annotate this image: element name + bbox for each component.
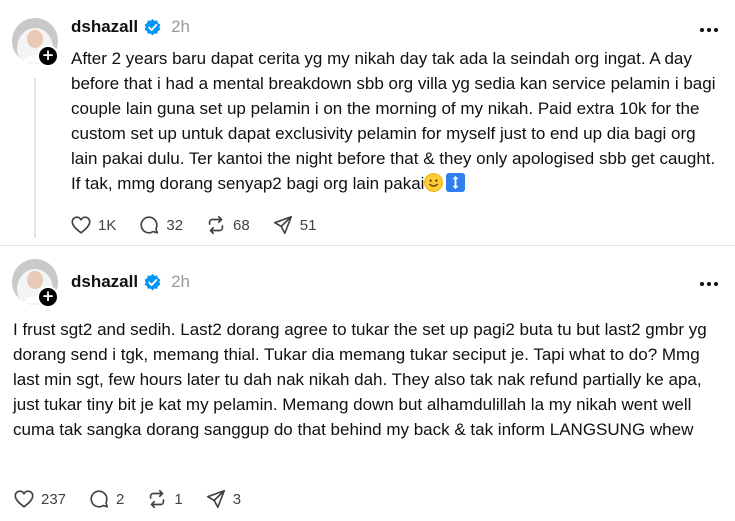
repost-button[interactable]: 68 [205,214,250,236]
share-button[interactable]: 51 [272,214,317,236]
more-options-icon[interactable] [697,20,721,40]
share-count: 3 [232,490,242,508]
share-count: 51 [299,216,317,234]
like-button[interactable]: 237 [13,488,66,510]
follow-plus-icon[interactable]: + [37,286,59,308]
repost-button[interactable]: 1 [146,488,183,510]
follow-plus-icon[interactable]: + [37,45,59,67]
verified-badge-icon [144,18,161,35]
post-text: I frust sgt2 and sedih. Last2 dorang agr… [13,320,707,439]
repost-icon [150,489,165,509]
like-count: 237 [41,490,67,508]
share-button[interactable]: 3 [205,488,241,510]
username[interactable]: dshazall [71,17,138,37]
repost-count: 68 [233,216,250,234]
thread-post: + dshazall 2h After 2 years baru dapat c… [0,0,735,246]
comment-icon [90,490,109,508]
like-button[interactable]: 1K [70,214,116,236]
reply-count: 32 [166,216,184,234]
reply-count: 2 [116,490,125,508]
like-count: 1K [98,216,117,234]
slightly-smiling-face-emoji-icon [424,173,444,192]
send-icon [206,489,225,509]
repost-icon [208,215,224,235]
post-body: I frust sgt2 and sedih. Last2 dorang agr… [13,317,725,442]
post-text: After 2 years baru dapat cerita yg my ni… [71,49,716,193]
send-icon [273,215,292,235]
verified-badge-icon [144,273,161,290]
post-timestamp: 2h [171,272,191,291]
thread-connector-line [34,78,36,238]
more-options-icon[interactable] [697,274,721,294]
thread-post: + dshazall 2h I frust sgt2 and sedih. La… [0,246,735,521]
reply-button[interactable]: 2 [88,488,124,510]
comment-icon [140,216,159,234]
up-down-arrow-emoji-icon [446,173,466,192]
username[interactable]: dshazall [71,272,138,292]
heart-icon [71,216,91,234]
post-timestamp: 2h [171,17,191,36]
reply-button[interactable]: 32 [138,214,183,236]
repost-count: 1 [174,490,183,508]
post-body: After 2 years baru dapat cerita yg my ni… [71,46,721,196]
heart-icon [14,490,34,508]
